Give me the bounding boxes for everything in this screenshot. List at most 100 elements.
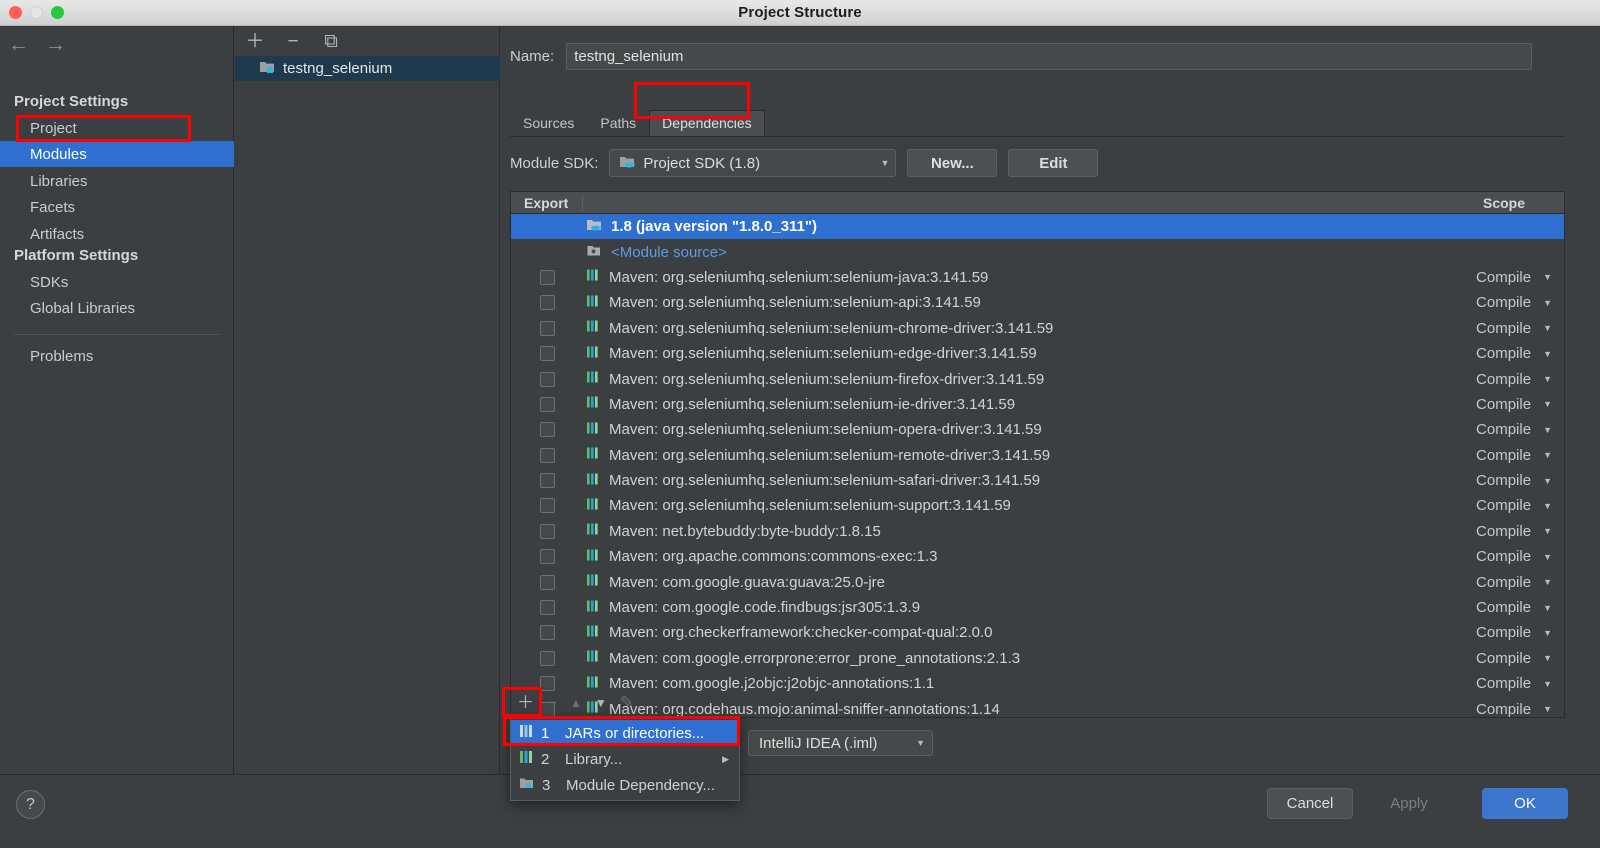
table-row[interactable]: Maven: org.seleniumhq.selenium:selenium-… xyxy=(511,392,1564,417)
scope-cell[interactable]: Compile ▼ xyxy=(1444,701,1564,717)
sidebar-item-libraries[interactable]: Libraries xyxy=(0,168,234,194)
table-row[interactable]: Maven: com.google.j2objc:j2objc-annotati… xyxy=(511,671,1564,696)
apply-button[interactable]: Apply xyxy=(1366,788,1452,819)
table-row[interactable]: Maven: org.codehaus.mojo:animal-sniffer-… xyxy=(511,696,1564,718)
scope-cell[interactable]: Compile ▼ xyxy=(1444,294,1564,311)
scope-cell[interactable]: Compile ▼ xyxy=(1444,548,1564,565)
scope-cell[interactable]: Compile ▼ xyxy=(1444,675,1564,692)
menu-item-module-dependency[interactable]: 3 Module Dependency... xyxy=(511,772,739,798)
table-row[interactable]: Maven: com.google.guava:guava:25.0-jre Co… xyxy=(511,569,1564,594)
export-checkbox[interactable] xyxy=(539,422,555,438)
table-row[interactable]: <Module source> xyxy=(511,239,1564,264)
table-row[interactable]: Maven: org.seleniumhq.selenium:selenium-… xyxy=(511,468,1564,493)
table-row[interactable]: 1.8 (java version "1.8.0_311") xyxy=(511,214,1564,240)
scope-cell[interactable]: Compile ▼ xyxy=(1444,345,1564,362)
module-name-input[interactable] xyxy=(566,43,1533,70)
export-checkbox[interactable] xyxy=(539,396,555,412)
ok-button[interactable]: OK xyxy=(1482,788,1568,819)
table-row[interactable]: Maven: org.seleniumhq.selenium:selenium-… xyxy=(511,290,1564,315)
library-icon xyxy=(586,421,601,439)
export-checkbox[interactable] xyxy=(539,295,555,311)
tab-sources[interactable]: Sources xyxy=(510,110,587,136)
table-row[interactable]: Maven: org.seleniumhq.selenium:selenium-… xyxy=(511,417,1564,442)
dependency-name-label: Maven: com.google.guava:guava:25.0-jre xyxy=(609,573,886,591)
module-name-label: testng_selenium xyxy=(283,60,393,77)
scope-cell[interactable]: Compile ▼ xyxy=(1444,650,1564,667)
export-checkbox[interactable] xyxy=(539,269,555,285)
sdk-new-button[interactable]: New... xyxy=(907,149,998,177)
menu-item-library[interactable]: 2 Library... ▶ xyxy=(511,746,739,772)
export-checkbox[interactable] xyxy=(539,371,555,387)
scope-cell[interactable]: Compile ▼ xyxy=(1444,472,1564,489)
column-header-scope[interactable]: Scope xyxy=(1444,195,1564,211)
table-row[interactable]: Maven: org.seleniumhq.selenium:selenium-… xyxy=(511,366,1564,391)
tab-paths[interactable]: Paths xyxy=(587,110,649,136)
sidebar-item-sdks[interactable]: SDKs xyxy=(0,269,234,295)
sidebar-item-problems[interactable]: Problems xyxy=(0,343,234,369)
sdk-edit-button[interactable]: Edit xyxy=(1008,149,1099,177)
scope-cell[interactable]: Compile ▼ xyxy=(1444,599,1564,616)
export-checkbox[interactable] xyxy=(539,473,555,489)
remove-icon[interactable]: − xyxy=(547,694,557,711)
plus-icon[interactable]: ＋ xyxy=(244,30,266,52)
move-up-icon[interactable]: ▲ xyxy=(570,697,582,709)
scope-cell[interactable]: Compile ▼ xyxy=(1444,523,1564,540)
forward-arrow-icon[interactable]: → xyxy=(45,34,66,55)
edit-pencil-icon[interactable]: ✎ xyxy=(620,694,634,711)
dependency-name-label: Maven: org.seleniumhq.selenium:selenium-… xyxy=(609,421,1042,439)
module-file-format-select[interactable]: IntelliJ IDEA (.iml) ▼ xyxy=(748,730,933,756)
table-row[interactable]: Maven: com.google.code.findbugs:jsr305:1… xyxy=(511,595,1564,620)
sidebar-item-facets[interactable]: Facets xyxy=(0,194,234,220)
export-checkbox[interactable] xyxy=(539,625,555,641)
back-arrow-icon[interactable]: ← xyxy=(8,34,29,55)
sidebar-item-modules[interactable]: Modules xyxy=(0,141,234,167)
table-row[interactable]: Maven: com.google.errorprone:error_prone… xyxy=(511,646,1564,671)
column-header-export[interactable]: Export xyxy=(511,194,583,211)
add-icon[interactable]: ＋ xyxy=(517,694,534,711)
table-row[interactable]: Maven: net.bytebuddy:byte-buddy:1.8.15 Co… xyxy=(511,519,1564,544)
move-down-icon[interactable]: ▼ xyxy=(595,697,607,709)
module-icon xyxy=(519,776,534,794)
export-checkbox-cell xyxy=(511,320,583,336)
export-checkbox[interactable] xyxy=(539,574,555,590)
scope-cell[interactable]: Compile ▼ xyxy=(1444,421,1564,438)
table-row[interactable]: Maven: org.seleniumhq.selenium:selenium-… xyxy=(511,493,1564,518)
export-checkbox[interactable] xyxy=(539,498,555,514)
help-button[interactable]: ? xyxy=(16,790,45,819)
table-row[interactable]: Maven: org.apache.commons:commons-exec:1… xyxy=(511,544,1564,569)
module-tree-item-testng-selenium[interactable]: testng_selenium xyxy=(235,56,500,81)
scope-cell[interactable]: Compile ▼ xyxy=(1444,396,1564,413)
table-row[interactable]: Maven: org.seleniumhq.selenium:selenium-… xyxy=(511,341,1564,366)
scope-cell[interactable]: Compile ▼ xyxy=(1444,574,1564,591)
tab-dependencies[interactable]: Dependencies xyxy=(649,110,765,136)
scope-cell[interactable]: Compile ▼ xyxy=(1444,447,1564,464)
menu-item-jars-or-directories[interactable]: 1 JARs or directories... xyxy=(511,720,739,746)
scope-cell[interactable]: Compile ▼ xyxy=(1444,624,1564,641)
dependency-name-label: Maven: org.codehaus.mojo:animal-sniffer-… xyxy=(609,700,1000,718)
table-row[interactable]: Maven: org.seleniumhq.selenium:selenium-… xyxy=(511,443,1564,468)
export-checkbox[interactable] xyxy=(539,447,555,463)
export-checkbox[interactable] xyxy=(539,650,555,666)
copy-icon[interactable]: ⧉ xyxy=(320,30,342,52)
table-row[interactable]: Maven: org.seleniumhq.selenium:selenium-… xyxy=(511,316,1564,341)
table-row[interactable]: Maven: org.seleniumhq.selenium:selenium-… xyxy=(511,265,1564,290)
dependency-name-cell: Maven: org.apache.commons:commons-exec:1… xyxy=(583,548,1444,566)
sidebar-item-label: Libraries xyxy=(30,172,88,190)
export-checkbox[interactable] xyxy=(539,320,555,336)
sidebar-item-artifacts[interactable]: Artifacts xyxy=(0,221,234,247)
module-sdk-select[interactable]: Project SDK (1.8) ▼ xyxy=(609,149,897,177)
sidebar-item-project[interactable]: Project xyxy=(0,115,234,141)
export-checkbox[interactable] xyxy=(539,549,555,565)
table-row[interactable]: Maven: org.checkerframework:checker-comp… xyxy=(511,620,1564,645)
export-checkbox[interactable] xyxy=(539,600,555,616)
export-checkbox[interactable] xyxy=(539,523,555,539)
export-checkbox-cell xyxy=(511,422,583,438)
scope-cell[interactable]: Compile ▼ xyxy=(1444,269,1564,286)
export-checkbox[interactable] xyxy=(539,346,555,362)
scope-cell[interactable]: Compile ▼ xyxy=(1444,320,1564,337)
minus-icon[interactable]: − xyxy=(282,30,304,52)
sidebar-item-global-libraries[interactable]: Global Libraries xyxy=(0,295,234,321)
scope-cell[interactable]: Compile ▼ xyxy=(1444,497,1564,514)
cancel-button[interactable]: Cancel xyxy=(1267,788,1353,819)
scope-cell[interactable]: Compile ▼ xyxy=(1444,371,1564,388)
